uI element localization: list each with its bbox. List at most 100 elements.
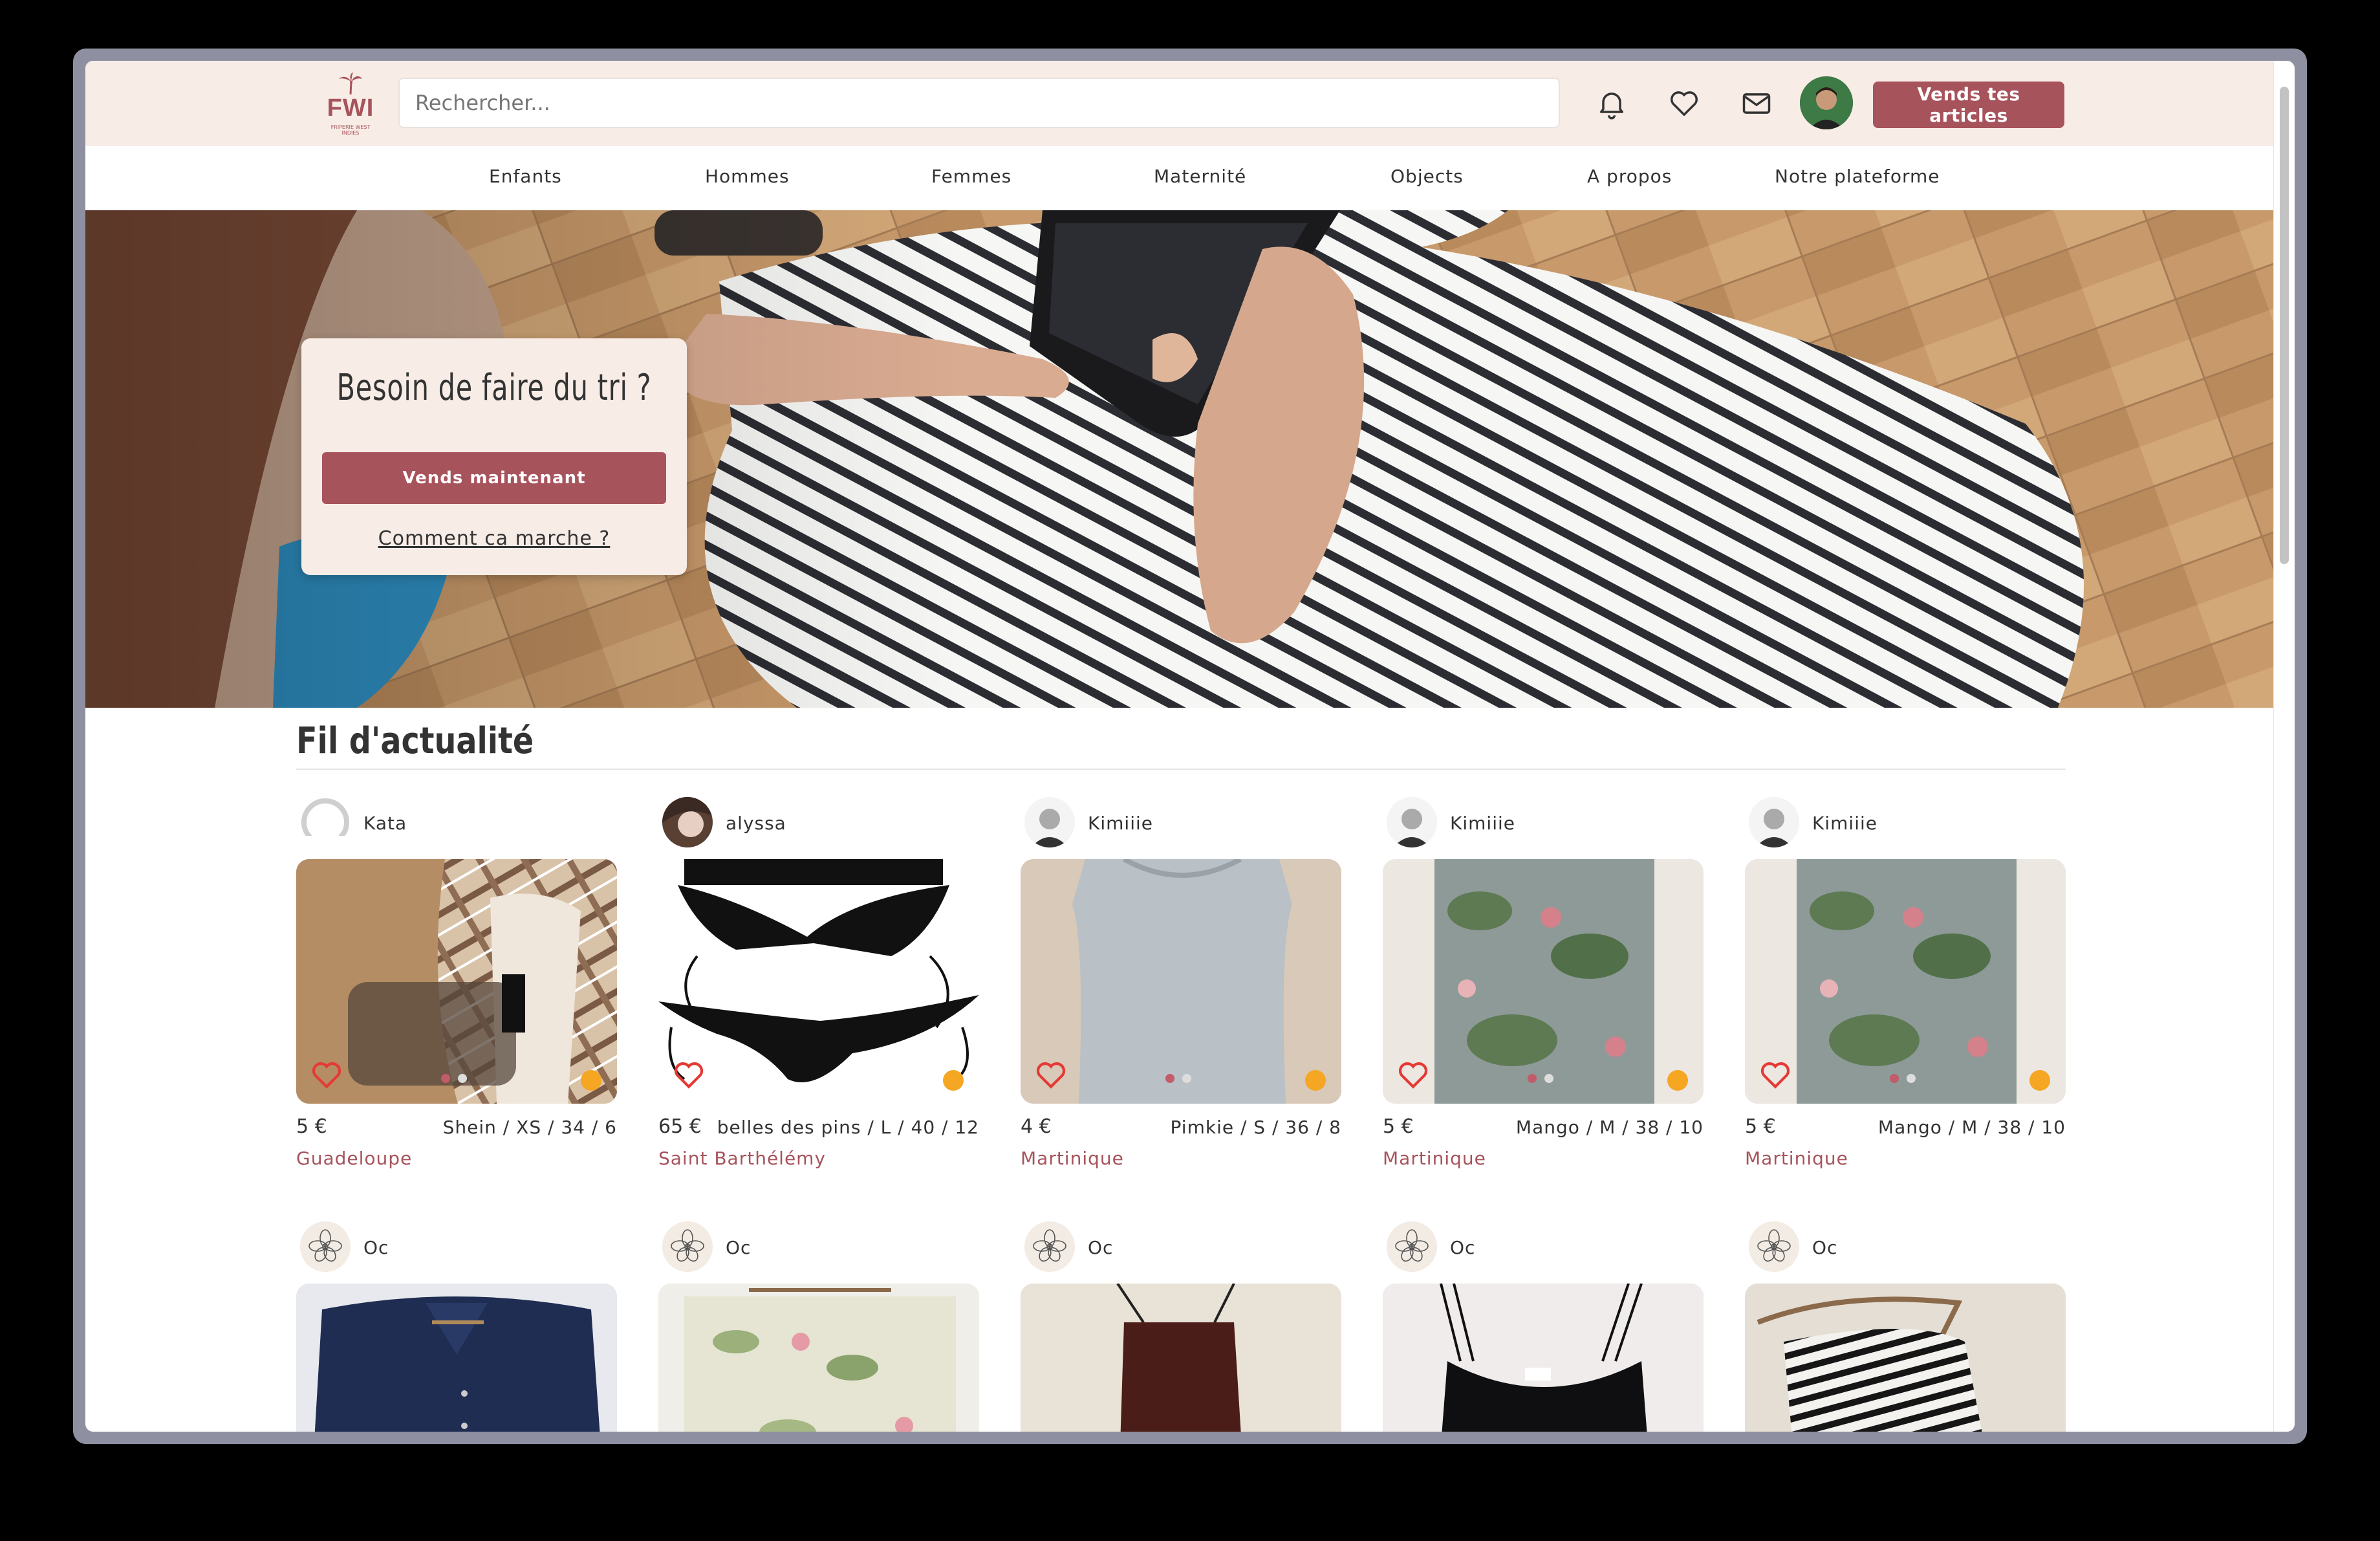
heart-icon[interactable]: [1667, 87, 1701, 120]
nav-item-notre-plateforme[interactable]: Notre plateforme: [1775, 166, 1940, 187]
card-username: Kimiiie: [1088, 813, 1153, 834]
card-user[interactable]: Kimiiie: [1745, 796, 2066, 850]
pagination-dot[interactable]: [458, 1074, 467, 1083]
flower-avatar-icon: [1024, 1221, 1075, 1272]
product-photo: [296, 1284, 617, 1432]
card-user[interactable]: Oc: [1745, 1220, 2066, 1274]
card-username: Oc: [1812, 1237, 1838, 1258]
favorite-heart-icon[interactable]: [673, 1060, 705, 1089]
card-username: Kata: [363, 813, 407, 834]
site-logo[interactable]: FWI FRIPERIE WEST INDIES: [325, 72, 376, 136]
product-card[interactable]: Kimiiie 5 € Mango / M / 38 / 10 Martiniq…: [1745, 796, 2066, 1197]
product-card[interactable]: Kata 5 € Shein / XS / 34 / 6 Guadeloupe: [296, 796, 617, 1197]
product-card[interactable]: alyssa 65 € belles des pins / L / 40 / 1…: [658, 796, 979, 1197]
favorite-heart-icon[interactable]: [1035, 1060, 1067, 1089]
product-image[interactable]: [1745, 1284, 2066, 1432]
card-username: alyssa: [726, 813, 786, 834]
favorite-heart-icon[interactable]: [1759, 1060, 1791, 1089]
top-header: FWI FRIPERIE WEST INDIES Vends tes artic…: [85, 61, 2275, 146]
card-user[interactable]: alyssa: [658, 796, 979, 850]
image-pagination[interactable]: [1890, 1074, 1916, 1083]
favorite-heart-icon[interactable]: [310, 1060, 343, 1089]
pagination-dot[interactable]: [1544, 1074, 1553, 1083]
product-image[interactable]: [658, 1284, 979, 1432]
pagination-dot[interactable]: [1165, 1074, 1174, 1083]
image-pagination[interactable]: [1165, 1074, 1191, 1083]
logo-text: FWI: [327, 94, 374, 122]
product-card[interactable]: Kimiiie 4 € Pimkie / S / 36 / 8 Martiniq…: [1021, 796, 1341, 1197]
product-image[interactable]: [1383, 859, 1704, 1104]
card-user[interactable]: Kimiiie: [1383, 796, 1704, 850]
user-avatar-image: [1800, 76, 1853, 129]
pagination-dot[interactable]: [1907, 1074, 1916, 1083]
flower-avatar-icon: [1749, 1221, 1799, 1272]
sell-items-button[interactable]: Vends tes articles: [1873, 82, 2064, 128]
card-user[interactable]: Kimiiie: [1021, 796, 1341, 850]
product-image[interactable]: [296, 1284, 617, 1432]
card-user[interactable]: Oc: [296, 1220, 617, 1274]
feed-divider: [296, 769, 2066, 770]
product-image[interactable]: [1745, 859, 2066, 1104]
card-username: Oc: [363, 1237, 389, 1258]
product-photo: [1745, 859, 2066, 1104]
nav-item-objects[interactable]: Objects: [1390, 166, 1464, 187]
card-username: Oc: [726, 1237, 752, 1258]
product-card[interactable]: Oc: [1745, 1220, 2066, 1432]
image-pagination[interactable]: [441, 1074, 467, 1083]
card-location: Martinique: [1745, 1148, 1848, 1169]
product-image[interactable]: [1383, 1284, 1704, 1432]
product-image[interactable]: [1021, 859, 1341, 1104]
card-user[interactable]: Oc: [1021, 1220, 1341, 1274]
pagination-dot[interactable]: [1528, 1074, 1537, 1083]
product-photo: [296, 859, 617, 1104]
card-location: Saint Barthélémy: [658, 1148, 827, 1169]
user-avatar-image: [1387, 797, 1437, 847]
page-scrollbar[interactable]: [2273, 61, 2295, 1432]
browser-window: FWI FRIPERIE WEST INDIES Vends tes artic…: [85, 61, 2295, 1432]
image-pagination[interactable]: [1528, 1074, 1553, 1083]
pagination-dot[interactable]: [1890, 1074, 1899, 1083]
product-card[interactable]: Oc: [1383, 1220, 1704, 1432]
product-card[interactable]: Oc: [296, 1220, 617, 1432]
product-card[interactable]: Oc: [1021, 1220, 1341, 1432]
hero-banner: Besoin de faire du tri ? Vends maintenan…: [85, 210, 2275, 708]
palm-tree-icon: [339, 72, 362, 94]
status-indicator: [943, 1070, 964, 1091]
product-image[interactable]: [1021, 1284, 1341, 1432]
user-avatar: [1749, 797, 1799, 847]
product-image[interactable]: [296, 859, 617, 1104]
favorite-heart-icon[interactable]: [1397, 1060, 1429, 1089]
how-it-works-link[interactable]: Comment ca marche ?: [301, 527, 687, 550]
sell-now-button[interactable]: Vends maintenant: [322, 452, 666, 504]
nav-item-a-propos[interactable]: A propos: [1587, 166, 1672, 187]
flower-avatar-icon: [662, 1221, 713, 1272]
default-avatar-icon: [300, 798, 351, 847]
card-user[interactable]: Kata: [296, 796, 617, 850]
pagination-dot[interactable]: [1182, 1074, 1191, 1083]
product-photo: [1383, 1284, 1704, 1432]
bell-icon[interactable]: [1595, 87, 1628, 120]
product-card[interactable]: Oc: [658, 1220, 979, 1432]
user-avatar: [300, 1221, 351, 1272]
search-input[interactable]: [398, 78, 1560, 128]
user-avatar: [1024, 1221, 1075, 1272]
nav-item-enfants[interactable]: Enfants: [489, 166, 562, 187]
card-price: 4 €: [1021, 1115, 1052, 1138]
scrollbar-thumb[interactable]: [2280, 87, 2289, 564]
card-user[interactable]: Oc: [1383, 1220, 1704, 1274]
product-image[interactable]: [658, 859, 979, 1104]
user-avatar[interactable]: [1800, 76, 1853, 129]
product-photo: [1383, 859, 1704, 1104]
pagination-dot[interactable]: [441, 1074, 450, 1083]
nav-item-maternite[interactable]: Maternité: [1154, 166, 1246, 187]
user-avatar: [300, 797, 351, 847]
card-username: Kimiiie: [1450, 813, 1515, 834]
nav-item-femmes[interactable]: Femmes: [931, 166, 1012, 187]
product-photo: [658, 859, 979, 1104]
card-user[interactable]: Oc: [658, 1220, 979, 1274]
nav-item-hommes[interactable]: Hommes: [705, 166, 790, 187]
product-card[interactable]: Kimiiie 5 € Mango / M / 38 / 10 Martiniq…: [1383, 796, 1704, 1197]
product-photo: [658, 1284, 979, 1432]
mail-icon[interactable]: [1740, 87, 1773, 120]
card-location: Guadeloupe: [296, 1148, 413, 1169]
